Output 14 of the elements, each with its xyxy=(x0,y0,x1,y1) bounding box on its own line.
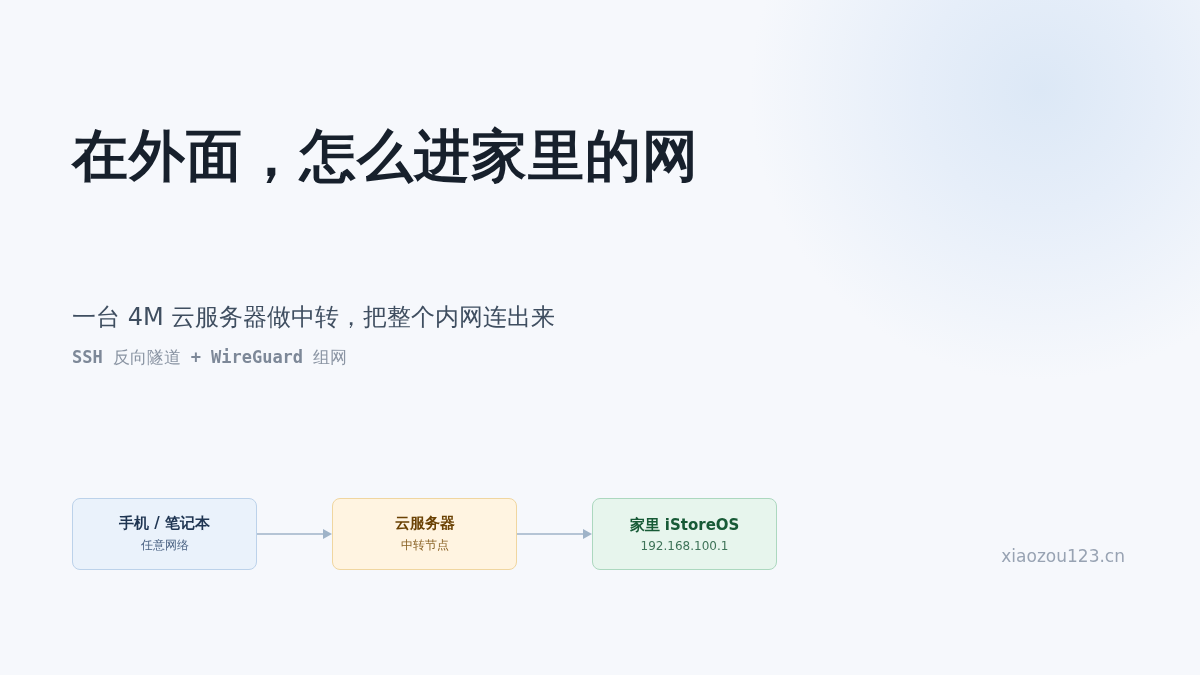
tech-term: WireGuard xyxy=(210,347,304,367)
node-caption: 中转节点 xyxy=(400,537,449,554)
node-caption: 192.168.100.1 xyxy=(640,538,729,553)
tech-term: 组网 xyxy=(313,346,348,369)
node-caption: 任意网络 xyxy=(140,537,189,554)
tech-term: + xyxy=(190,347,201,367)
node-title: 云服务器 xyxy=(394,514,455,533)
site-url: xiaozou123.cn xyxy=(1001,546,1125,566)
subtitle: 一台 4M 云服务器做中转，把整个内网连出来 xyxy=(72,302,556,333)
node-title: 手机 / 笔记本 xyxy=(119,514,210,533)
node-title: 家里 iStoreOS xyxy=(629,515,740,535)
tech-term: 反向隧道 xyxy=(112,346,181,369)
page-title: 在外面，怎么进家里的网 xyxy=(72,122,699,190)
tech-term: SSH xyxy=(72,347,103,367)
